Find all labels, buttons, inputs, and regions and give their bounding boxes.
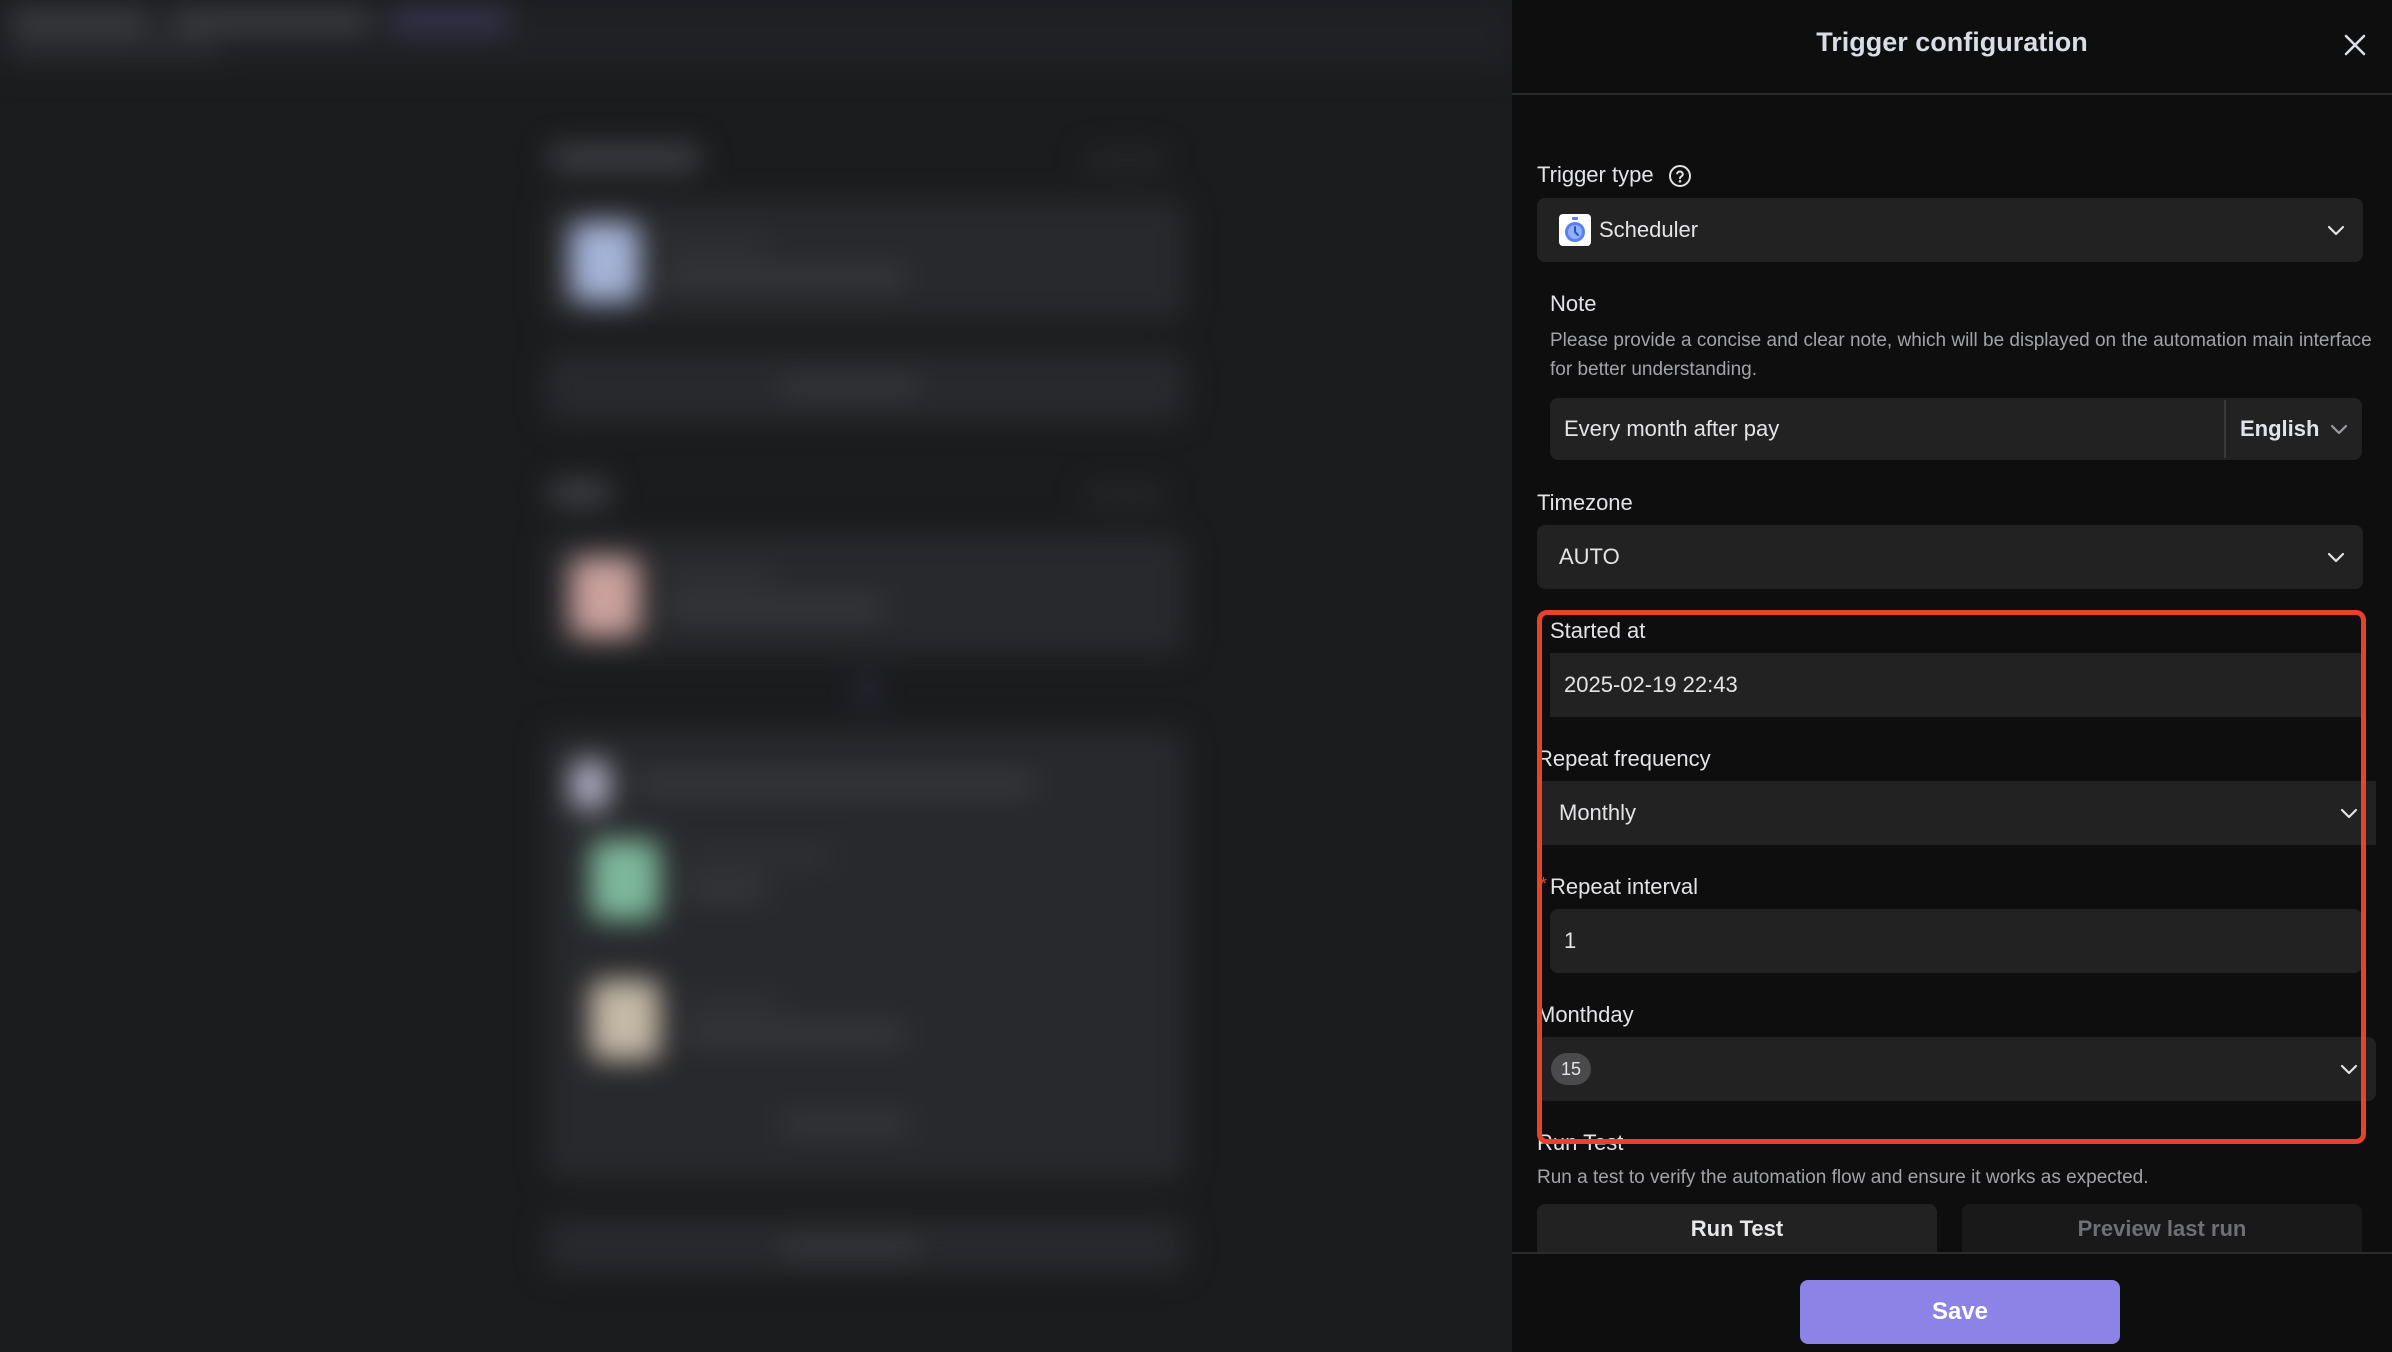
background-connector (860, 670, 874, 710)
save-button[interactable]: Save (1800, 1280, 2120, 1344)
background-card-icon (570, 760, 610, 810)
app-root: Trigger configuration Trigger type Sched… (0, 0, 2392, 1352)
background-card-button-text (780, 1238, 920, 1256)
trigger-type-label: Trigger type (1537, 162, 1692, 188)
background-section-action (1085, 150, 1165, 170)
note-label: Note (1550, 291, 1597, 316)
note-description: Please provide a concise and clear note,… (1550, 330, 2372, 380)
note-input[interactable]: Every month after pay (1564, 416, 1779, 442)
background-topbar-text (170, 12, 370, 30)
chevron-down-icon (2340, 808, 2358, 819)
trigger-configuration-drawer: Trigger configuration Trigger type Sched… (1512, 0, 2392, 1352)
chevron-down-icon (2330, 424, 2348, 435)
close-button[interactable] (2338, 28, 2372, 62)
background-page-blurred (0, 0, 1512, 1352)
background-card-icon (590, 840, 660, 920)
help-circle-icon[interactable] (1668, 164, 1692, 188)
background-topbar (0, 0, 1512, 70)
note-input-group: Every month after pay English (1550, 398, 2362, 460)
trigger-type-label-text: Trigger type (1537, 162, 1654, 187)
background-card-button-text (780, 378, 920, 396)
started-at-input[interactable]: 2025-02-19 22:43 (1550, 653, 2362, 717)
background-topbar-text (10, 12, 150, 30)
background-card (545, 535, 1185, 655)
background-card-group (545, 730, 1185, 1180)
started-at-label: Started at (1550, 618, 1646, 643)
run-test-description: Run a test to verify the automation flow… (1537, 1167, 2149, 1188)
background-section-action (1085, 485, 1165, 505)
language-select[interactable]: English (2226, 398, 2362, 460)
stopwatch-icon (1559, 214, 1591, 246)
timezone-value: AUTO (1559, 544, 1620, 569)
background-topbar-link (390, 10, 510, 32)
background-card-button (545, 1218, 1185, 1273)
chevron-down-icon (2327, 552, 2345, 563)
background-card-line (665, 567, 775, 585)
monthday-label: Monthday (1537, 1002, 1634, 1027)
repeat-interval-label: Repeat interval (1550, 874, 1698, 899)
monthday-chip[interactable]: 15 (1551, 1053, 1591, 1085)
chevron-down-icon (2340, 1064, 2358, 1075)
background-card-button (545, 352, 1185, 422)
drawer-footer: Save (1512, 1252, 2392, 1352)
background-card-line (665, 268, 905, 286)
background-card-line (685, 880, 765, 898)
background-card-icon (570, 557, 640, 637)
background-section-title (550, 480, 610, 506)
required-mark: * (1540, 874, 1548, 894)
trigger-type-value: Scheduler (1599, 217, 1699, 242)
background-card-button-text (780, 1115, 910, 1133)
started-at-value: 2025-02-19 22:43 (1564, 672, 1738, 697)
background-card-icon (590, 980, 660, 1060)
run-test-label: Run Test (1537, 1130, 1624, 1155)
background-section-title (550, 145, 700, 171)
language-value: English (2240, 416, 2320, 441)
drawer-header: Trigger configuration (1512, 0, 2392, 95)
repeat-interval-input[interactable]: 1 (1550, 909, 2362, 973)
background-topbar-subtext (10, 42, 220, 54)
monthday-select[interactable]: 15 (1537, 1037, 2376, 1101)
trigger-type-select[interactable]: Scheduler (1537, 198, 2363, 262)
background-card-line (635, 775, 1035, 793)
drawer-title: Trigger configuration (1816, 27, 2088, 57)
background-card-line (685, 1025, 905, 1043)
chevron-down-icon (2327, 225, 2345, 236)
close-icon (2344, 34, 2366, 56)
background-card-line (665, 599, 885, 617)
repeat-frequency-label: Repeat frequency (1537, 746, 1711, 771)
timezone-select[interactable]: AUTO (1537, 525, 2363, 589)
background-card-line (665, 235, 765, 253)
timezone-label: Timezone (1537, 490, 1633, 515)
repeat-frequency-value: Monthly (1559, 800, 1637, 825)
background-card-icon (570, 222, 640, 302)
background-content (0, 0, 1512, 1352)
repeat-interval-value: 1 (1564, 928, 1577, 953)
background-card-line (685, 995, 785, 1013)
background-card (545, 200, 1185, 320)
background-card-line (685, 848, 835, 866)
repeat-frequency-select[interactable]: Monthly (1537, 781, 2376, 845)
